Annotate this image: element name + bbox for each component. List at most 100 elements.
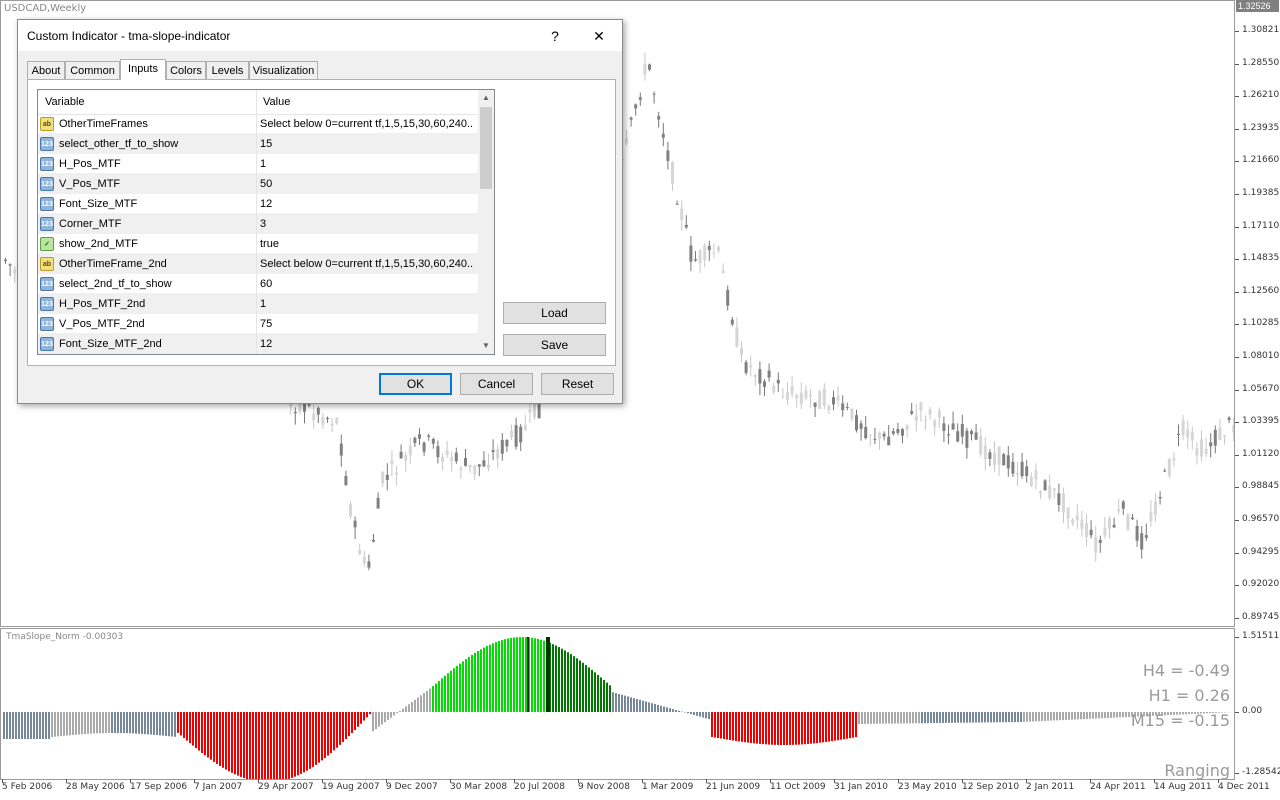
time-tick-label: 23 May 2010: [898, 779, 957, 792]
grid-row[interactable]: 123 Corner_MTF 3: [38, 214, 478, 234]
integer-type-icon: 123: [40, 297, 54, 311]
grid-row[interactable]: 123 V_Pos_MTF 50: [38, 174, 478, 194]
time-tick-label: 4 Dec 2011: [1218, 779, 1270, 792]
time-tick-label: 1 Mar 2009: [642, 779, 694, 792]
grid-value-cell[interactable]: 3: [260, 214, 474, 234]
grid-value-cell[interactable]: 12: [260, 194, 474, 214]
price-axis: 1.30821 1.28550 1.26210 1.23935 1.21660 1.193…: [1234, 0, 1280, 780]
grid-value-cell[interactable]: 50: [260, 174, 474, 194]
integer-type-icon: 123: [40, 137, 54, 151]
tab-colors[interactable]: Colors: [166, 61, 206, 79]
scroll-thumb[interactable]: [480, 107, 492, 189]
time-tick-label: 31 Jan 2010: [834, 779, 888, 792]
tab-common[interactable]: Common: [65, 61, 120, 79]
string-type-icon: ab: [40, 117, 54, 131]
time-tick-label: 9 Dec 2007: [386, 779, 438, 792]
inputs-grid[interactable]: Variable Value ab OtherTimeFrames Select b…: [37, 89, 495, 355]
grid-row[interactable]: 123 select_other_tf_to_show 15: [38, 134, 478, 154]
custom-indicator-dialog: Custom Indicator - tma-slope-indicator ?…: [17, 19, 623, 404]
price-tick-label: 0.89745: [1234, 611, 1280, 622]
column-divider: [256, 90, 257, 354]
ranging-label: Ranging: [1164, 761, 1230, 780]
grid-value-cell[interactable]: 60: [260, 274, 474, 294]
ok-button[interactable]: OK: [379, 373, 452, 395]
price-tick-label: 1.05670: [1234, 383, 1280, 394]
grid-row[interactable]: 123 H_Pos_MTF 1: [38, 154, 478, 174]
price-tick-label: 1.17110: [1234, 220, 1280, 231]
grid-row[interactable]: 123 V_Pos_MTF_2nd 75: [38, 314, 478, 334]
time-tick-label: 2 Jan 2011: [1026, 779, 1075, 792]
current-price-marker: 1.32526: [1236, 0, 1279, 12]
grid-value-cell[interactable]: Select below 0=current tf,1,5,15,30,60,2…: [260, 254, 474, 274]
grid-value-cell[interactable]: Select below 0=current tf,1,5,15,30,60,2…: [260, 114, 474, 134]
time-tick-label: 11 Oct 2009: [770, 779, 826, 792]
dialog-titlebar[interactable]: Custom Indicator - tma-slope-indicator ?…: [18, 20, 622, 51]
grid-row[interactable]: ✓ show_2nd_MTF true: [38, 234, 478, 254]
price-tick-label: 0.92020: [1234, 579, 1280, 590]
grid-vertical-scrollbar[interactable]: ▲ ▼: [478, 90, 494, 354]
time-tick-label: 14 Aug 2011: [1154, 779, 1212, 792]
grid-value-cell[interactable]: 1: [260, 294, 474, 314]
grid-row[interactable]: 123 H_Pos_MTF_2nd 1: [38, 294, 478, 314]
price-tick-label: 1.10285: [1234, 318, 1280, 329]
grid-variable-name: Font_Size_MTF: [59, 198, 138, 210]
tab-about[interactable]: About: [27, 61, 65, 79]
time-tick-label: 5 Feb 2006: [2, 779, 53, 792]
chart-symbol-title: USDCAD,Weekly: [4, 3, 87, 14]
grid-variable-name: OtherTimeFrames: [59, 118, 148, 130]
boolean-type-icon: ✓: [40, 237, 54, 251]
price-tick-label: 1.21660: [1234, 155, 1280, 166]
grid-variable-name: select_other_tf_to_show: [59, 138, 179, 150]
tab-levels[interactable]: Levels: [206, 61, 249, 79]
grid-row[interactable]: 123 Font_Size_MTF_2nd 12: [38, 334, 478, 354]
indicator-subwindow[interactable]: [0, 628, 1235, 780]
grid-value-cell[interactable]: 1: [260, 154, 474, 174]
grid-row[interactable]: 123 select_2nd_tf_to_show 60: [38, 274, 478, 294]
grid-variable-name: H_Pos_MTF: [59, 158, 121, 170]
tab-visualization[interactable]: Visualization: [249, 61, 318, 79]
scroll-up-icon[interactable]: ▲: [478, 90, 494, 106]
grid-row[interactable]: ab OtherTimeFrames Select below 0=current …: [38, 114, 478, 134]
close-button[interactable]: ✕: [585, 25, 613, 47]
grid-value-cell[interactable]: 12: [260, 334, 474, 354]
time-tick-label: 28 May 2006: [66, 779, 125, 792]
tf-label-m15: M15 = -0.15: [1130, 711, 1230, 730]
cancel-button[interactable]: Cancel: [460, 373, 533, 395]
time-tick-label: 30 Mar 2008: [450, 779, 508, 792]
save-button[interactable]: Save: [503, 334, 606, 356]
integer-type-icon: 123: [40, 337, 54, 351]
grid-row[interactable]: 123 Font_Size_MTF 12: [38, 194, 478, 214]
time-tick-label: 29 Apr 2007: [258, 779, 314, 792]
grid-row[interactable]: ab OtherTimeFrame_2nd Select below 0=curre…: [38, 254, 478, 274]
price-tick-label: 1.12560: [1234, 285, 1280, 296]
time-tick-label: 9 Nov 2008: [578, 779, 630, 792]
string-type-icon: ab: [40, 257, 54, 271]
price-tick-label: 0.96570: [1234, 514, 1280, 524]
price-tick-label: 1.03395: [1234, 416, 1280, 427]
price-tick-label: 1.26210: [1234, 90, 1280, 101]
time-tick-label: 7 Jan 2007: [194, 779, 243, 792]
time-tick-label: 24 Apr 2011: [1090, 779, 1146, 792]
grid-variable-name: V_Pos_MTF_2nd: [59, 318, 145, 330]
grid-value-cell[interactable]: 75: [260, 314, 474, 334]
help-button[interactable]: ?: [541, 25, 569, 47]
price-tick-label: 1.23935: [1234, 122, 1280, 133]
dialog-title: Custom Indicator - tma-slope-indicator: [27, 29, 231, 43]
grid-value-cell[interactable]: true: [260, 234, 474, 254]
tab-inputs[interactable]: Inputs: [120, 59, 166, 80]
indicator-title: TmaSlope_Norm -0.00303: [6, 632, 124, 642]
price-tick-label: 1.28550: [1234, 57, 1280, 68]
load-button[interactable]: Load: [503, 302, 606, 324]
header-value[interactable]: Value: [256, 90, 478, 114]
grid-value-cell[interactable]: 15: [260, 134, 474, 154]
time-tick-label: 17 Sep 2006: [130, 779, 188, 792]
price-tick-label: 1.14835: [1234, 253, 1280, 264]
tf-label-h4: H4 = -0.49: [1142, 661, 1230, 680]
reset-button[interactable]: Reset: [541, 373, 614, 395]
indicator-histogram: [3, 637, 1232, 779]
integer-type-icon: 123: [40, 197, 54, 211]
price-tick-label: 1.19385: [1234, 188, 1280, 198]
grid-variable-name: Corner_MTF: [59, 218, 122, 230]
header-variable[interactable]: Variable: [38, 90, 256, 114]
scroll-down-icon[interactable]: ▼: [478, 338, 494, 354]
